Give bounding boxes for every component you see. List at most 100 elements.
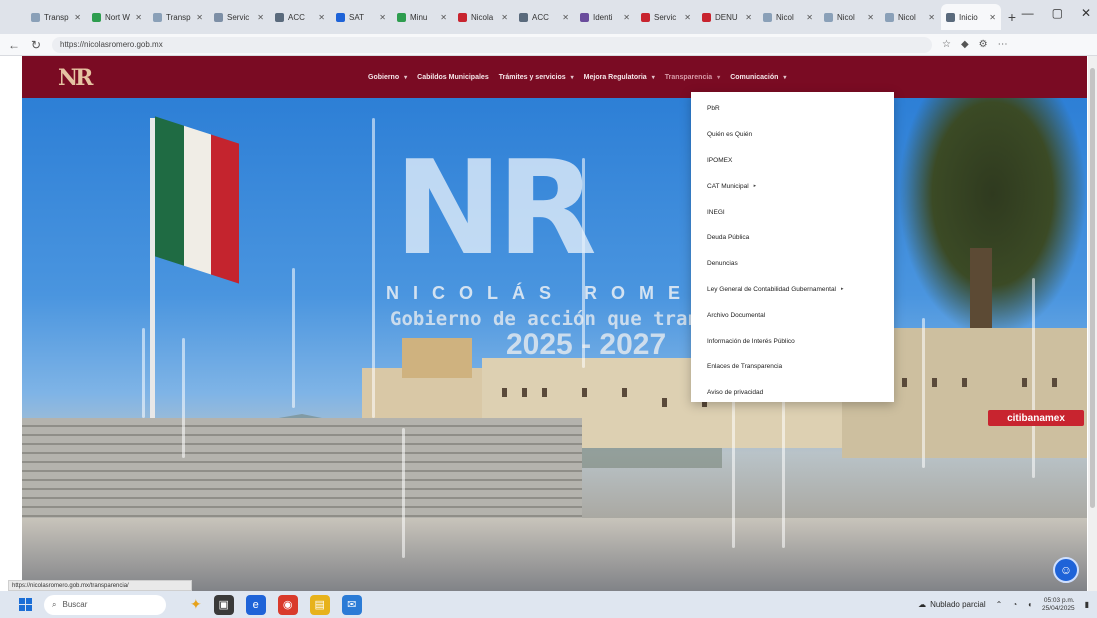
dropdown-item[interactable]: Denuncias	[691, 251, 894, 277]
back-icon[interactable]: ←	[8, 38, 20, 52]
start-icon[interactable]	[14, 594, 36, 616]
browser-tab[interactable]: Minu ✕	[392, 4, 452, 30]
tab-close-icon[interactable]: ✕	[257, 13, 264, 22]
dropdown-item-label: IPOMEX	[707, 156, 733, 164]
dropdown-item[interactable]: IPOMEX	[691, 148, 894, 174]
nav-item[interactable]: Mejora Regulatoria ▾	[584, 74, 655, 81]
dropdown-item[interactable]: Aviso de privacidad	[691, 380, 894, 406]
scrollbar-thumb[interactable]	[1090, 68, 1095, 508]
dropdown-item[interactable]: INEGI	[691, 199, 894, 225]
tab-title: ACC	[288, 12, 305, 22]
browser-tab[interactable]: Nicol ✕	[819, 4, 879, 30]
network-icon[interactable]: ◔	[1012, 600, 1017, 609]
nav-item-label: Mejora Regulatoria	[583, 73, 647, 81]
tray-chevron-icon[interactable]: ⌃	[996, 600, 1003, 609]
tab-title: DENU	[715, 12, 738, 22]
tab-favicon-icon	[458, 12, 467, 22]
extension-icon[interactable]: ◆	[961, 39, 969, 50]
nav-item[interactable]: Gobierno ▾	[368, 74, 407, 81]
tab-favicon-icon	[92, 12, 101, 22]
dropdown-item[interactable]: Información de Interés Público	[691, 328, 894, 354]
tab-close-icon[interactable]: ✕	[501, 13, 508, 22]
address-bar[interactable]: https://nicolasromero.gob.mx	[52, 36, 932, 53]
tab-close-icon[interactable]: ✕	[135, 13, 142, 22]
browser-tab[interactable]: Servic ✕	[209, 4, 269, 30]
tab-close-icon[interactable]: ✕	[745, 13, 752, 22]
browser-tab[interactable]: Nicol ✕	[880, 4, 940, 30]
browser-tab[interactable]: Inicio ✕	[941, 4, 1001, 30]
settings-icon[interactable]: ⚙	[979, 39, 988, 50]
search-icon: ⌕	[52, 599, 57, 609]
more-icon[interactable]: ⋯	[998, 39, 1008, 50]
tab-favicon-icon	[885, 12, 894, 22]
minimize-icon[interactable]: —	[1022, 6, 1034, 20]
new-tab-icon[interactable]: +	[1002, 7, 1022, 27]
dropdown-item[interactable]: Deuda Pública	[691, 225, 894, 251]
site-logo[interactable]: NR	[58, 65, 118, 91]
dropdown-item[interactable]: PbR	[691, 96, 894, 122]
task-view-icon[interactable]: ▣	[213, 594, 234, 615]
mail-icon[interactable]: ✉	[341, 594, 362, 615]
browser-tab[interactable]: Transp ✕	[26, 4, 86, 30]
tab-close-icon[interactable]: ✕	[684, 13, 691, 22]
nav-item[interactable]: Comunicación ▾	[730, 74, 786, 81]
weather-widget[interactable]: ☁ Nublado parcial	[918, 600, 986, 609]
star-icon[interactable]: ☆	[942, 39, 951, 50]
close-icon[interactable]: ✕	[1081, 6, 1091, 20]
file-explorer-icon[interactable]: ▤	[309, 594, 330, 615]
tab-close-icon[interactable]: ✕	[379, 13, 386, 22]
reload-icon[interactable]: ↻	[30, 38, 42, 52]
tab-close-icon[interactable]: ✕	[623, 13, 630, 22]
tab-title: Nicol	[837, 12, 855, 22]
nav-item[interactable]: Transparencia ▾	[665, 74, 720, 81]
browser-tab[interactable]: Nort W ✕	[87, 4, 147, 30]
dropdown-item[interactable]: CAT Municipal ▸	[691, 173, 894, 199]
dropdown-item[interactable]: Enlaces de Transparencia	[691, 354, 894, 380]
dropdown-item[interactable]: Ley General de Contabilidad Gubernamenta…	[691, 277, 894, 303]
tab-close-icon[interactable]: ✕	[440, 13, 447, 22]
chrome-icon[interactable]: ◉	[277, 594, 298, 615]
taskbar-search[interactable]: ⌕ Buscar	[44, 594, 166, 615]
mexican-flag	[155, 116, 239, 284]
browser-tab[interactable]: Transp ✕	[148, 4, 208, 30]
browser-tab[interactable]: ACC ✕	[514, 4, 574, 30]
tab-favicon-icon	[946, 12, 955, 22]
dropdown-item[interactable]: Archivo Documental	[691, 302, 894, 328]
chevron-down-icon: ▾	[570, 74, 574, 81]
nav-item[interactable]: Trámites y servicios ▾	[499, 74, 574, 81]
tab-close-icon[interactable]: ✕	[74, 13, 81, 22]
browser-tab[interactable]: ACC ✕	[270, 4, 330, 30]
clock[interactable]: 05:03 p.m. 25/04/2025	[1042, 597, 1075, 613]
dropdown-item-label: Archivo Documental	[707, 311, 766, 319]
dropdown-item-label: Ley General de Contabilidad Gubernamenta…	[707, 285, 837, 293]
tab-close-icon[interactable]: ✕	[806, 13, 813, 22]
tab-close-icon[interactable]: ✕	[928, 13, 935, 22]
browser-tab[interactable]: Nicol ✕	[758, 4, 818, 30]
tab-close-icon[interactable]: ✕	[562, 13, 569, 22]
browser-tab[interactable]: Identi ✕	[575, 4, 635, 30]
tab-title: Nicola	[471, 12, 494, 22]
tab-close-icon[interactable]: ✕	[318, 13, 325, 22]
dropdown-item[interactable]: Quién es Quién	[691, 122, 894, 148]
maximize-icon[interactable]: ▢	[1052, 6, 1063, 20]
browser-tab[interactable]: DENU ✕	[697, 4, 757, 30]
browser-tab[interactable]: Servic ✕	[636, 4, 696, 30]
hero-logo: NR	[394, 132, 597, 284]
tab-close-icon[interactable]: ✕	[867, 13, 874, 22]
nav-item[interactable]: Cabildos Municipales	[417, 74, 489, 81]
browser-tab-strip: Transp ✕ Nort W ✕ Transp ✕ Servic ✕ ACC ✕ SAT ✕ Minu…	[0, 0, 1097, 34]
accessibility-icon[interactable]: ☺	[1053, 557, 1079, 583]
chevron-down-icon: ▾	[717, 74, 721, 81]
nav-item-label: Cabildos Municipales	[417, 73, 489, 81]
notification-icon[interactable]: ▮	[1085, 600, 1089, 609]
tab-close-icon[interactable]: ✕	[196, 13, 203, 22]
tab-favicon-icon	[519, 12, 528, 22]
tab-close-icon[interactable]: ✕	[989, 13, 996, 22]
widgets-icon[interactable]: ✦	[190, 596, 202, 613]
volume-icon[interactable]: ◖	[1027, 600, 1032, 609]
tab-title: Nort W	[105, 12, 130, 22]
browser-tab[interactable]: SAT ✕	[331, 4, 391, 30]
url-text: https://nicolasromero.gob.mx	[60, 40, 163, 49]
edge-icon[interactable]: e	[245, 594, 266, 615]
browser-tab[interactable]: Nicola ✕	[453, 4, 513, 30]
